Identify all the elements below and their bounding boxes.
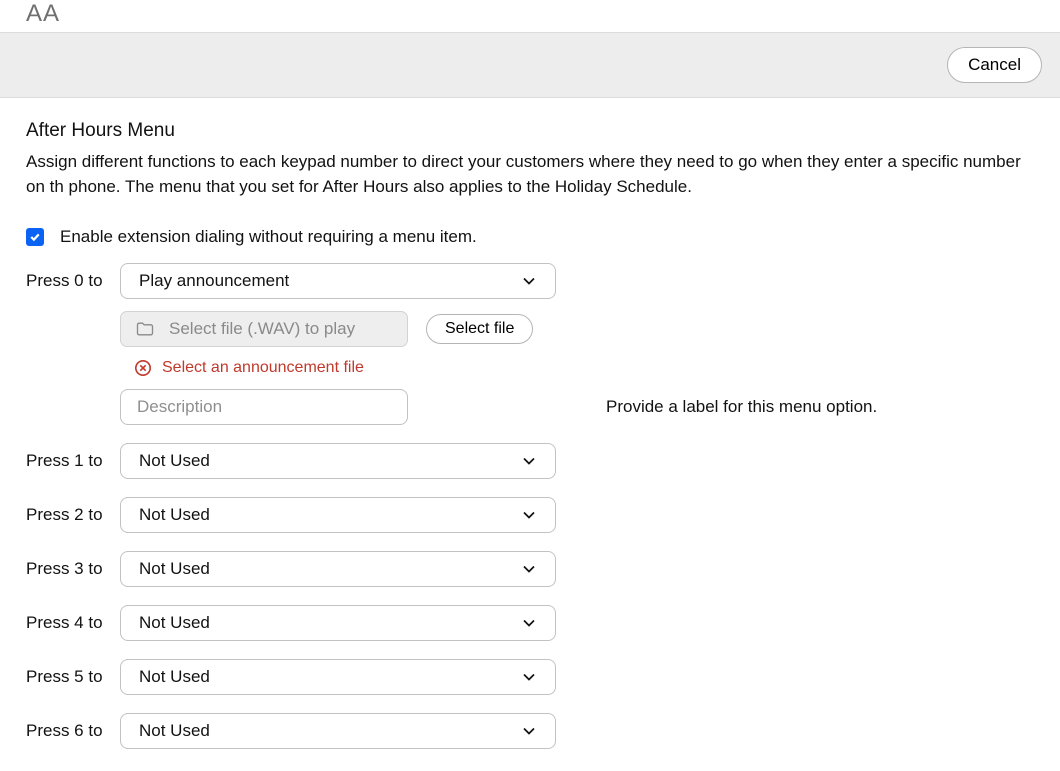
chevron-down-icon: [521, 273, 537, 289]
press-0-row: Press 0 to Play announcement Select file…: [26, 263, 1034, 425]
press-0-error: Select an announcement file: [120, 359, 877, 377]
press-0-controls: Play announcement Select file (.WAV) to …: [120, 263, 877, 425]
press-3-action-select[interactable]: Not Used: [120, 551, 556, 587]
press-3-row: Press 3 to Not Used: [26, 551, 1034, 587]
page-title: AA: [0, 0, 1060, 32]
press-6-action-value: Not Used: [139, 721, 210, 741]
press-2-action-select[interactable]: Not Used: [120, 497, 556, 533]
press-0-description-input[interactable]: [120, 389, 408, 425]
press-0-action-select[interactable]: Play announcement: [120, 263, 556, 299]
press-2-label: Press 2 to: [26, 505, 110, 525]
press-0-label: Press 0 to: [26, 263, 110, 291]
press-3-action-value: Not Used: [139, 559, 210, 579]
press-2-row: Press 2 to Not Used: [26, 497, 1034, 533]
chevron-down-icon: [521, 669, 537, 685]
press-5-action-value: Not Used: [139, 667, 210, 687]
select-file-button[interactable]: Select file: [426, 314, 533, 344]
press-4-label: Press 4 to: [26, 613, 110, 633]
error-icon: [134, 359, 152, 377]
press-6-row: Press 6 to Not Used: [26, 713, 1034, 749]
section-description: Assign different functions to each keypa…: [26, 150, 1034, 199]
chevron-down-icon: [521, 453, 537, 469]
press-4-action-select[interactable]: Not Used: [120, 605, 556, 641]
folder-icon: [135, 319, 155, 339]
press-0-file-field[interactable]: Select file (.WAV) to play: [120, 311, 408, 347]
press-5-label: Press 5 to: [26, 667, 110, 687]
enable-extension-dialing-label: Enable extension dialing without requiri…: [60, 227, 477, 247]
press-0-file-line: Select file (.WAV) to play Select file: [120, 311, 877, 347]
content-area: After Hours Menu Assign different functi…: [0, 98, 1060, 771]
cancel-button[interactable]: Cancel: [947, 47, 1042, 83]
press-5-action-select[interactable]: Not Used: [120, 659, 556, 695]
press-1-action-value: Not Used: [139, 451, 210, 471]
check-icon: [29, 231, 41, 243]
toolbar: Cancel: [0, 32, 1060, 98]
press-2-action-value: Not Used: [139, 505, 210, 525]
press-0-action-value: Play announcement: [139, 271, 289, 291]
press-0-file-placeholder: Select file (.WAV) to play: [169, 319, 355, 339]
press-1-row: Press 1 to Not Used: [26, 443, 1034, 479]
enable-extension-dialing-row: Enable extension dialing without requiri…: [26, 227, 1034, 247]
chevron-down-icon: [521, 723, 537, 739]
press-4-row: Press 4 to Not Used: [26, 605, 1034, 641]
press-6-label: Press 6 to: [26, 721, 110, 741]
press-4-action-value: Not Used: [139, 613, 210, 633]
enable-extension-dialing-checkbox[interactable]: [26, 228, 44, 246]
chevron-down-icon: [521, 561, 537, 577]
chevron-down-icon: [521, 507, 537, 523]
press-1-label: Press 1 to: [26, 451, 110, 471]
menu-rows: Press 0 to Play announcement Select file…: [26, 263, 1034, 749]
press-1-action-select[interactable]: Not Used: [120, 443, 556, 479]
press-3-label: Press 3 to: [26, 559, 110, 579]
chevron-down-icon: [521, 615, 537, 631]
press-0-side-hint: Provide a label for this menu option.: [606, 397, 877, 417]
press-0-description-line: Provide a label for this menu option.: [120, 389, 877, 425]
section-heading: After Hours Menu: [26, 120, 1034, 142]
press-5-row: Press 5 to Not Used: [26, 659, 1034, 695]
press-6-action-select[interactable]: Not Used: [120, 713, 556, 749]
press-0-error-text: Select an announcement file: [162, 359, 364, 377]
